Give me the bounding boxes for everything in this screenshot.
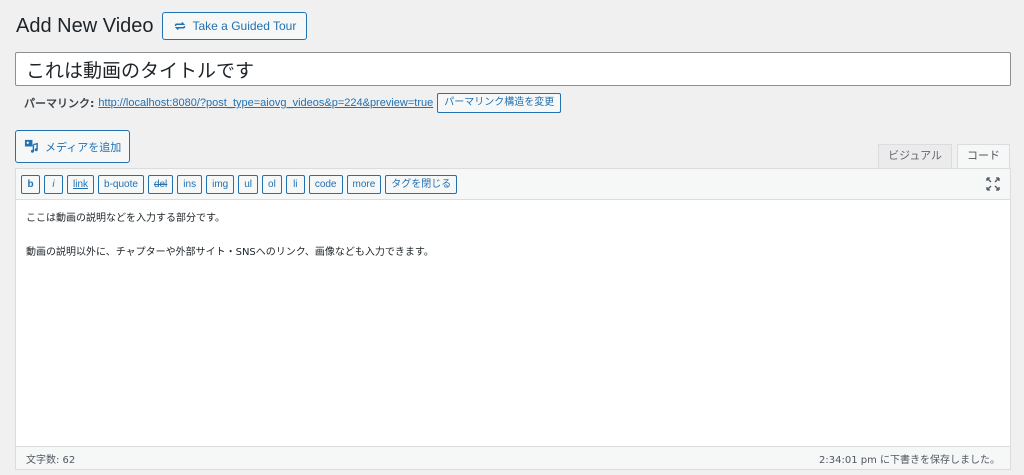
qt-link-button[interactable]: link	[67, 174, 95, 194]
guided-tour-label: Take a Guided Tour	[192, 19, 297, 33]
add-media-button[interactable]: メディアを追加	[15, 130, 131, 163]
qt-li-button[interactable]: li	[285, 174, 305, 194]
editor-tabs: ビジュアル コード	[873, 144, 1010, 169]
draft-saved-status: 2:34:01 pm に下書きを保存しました。	[819, 454, 1000, 466]
qt-italic-button[interactable]: i	[44, 174, 63, 194]
qt-ul-button[interactable]: ul	[238, 174, 259, 194]
qt-bold-button[interactable]: b	[21, 174, 40, 194]
content-textarea[interactable]: ここは動画の説明などを入力する部分です。 動画の説明以外に、チャプターや外部サイ…	[16, 200, 1010, 430]
qt-del-button[interactable]: del	[147, 174, 174, 194]
post-title-input[interactable]	[15, 52, 1011, 86]
qt-code-button[interactable]: code	[308, 174, 343, 194]
guided-tour-button[interactable]: Take a Guided Tour	[161, 12, 308, 40]
code-editor: b i link b-quote del ins img ul ol li co…	[15, 168, 1011, 470]
qt-blockquote-button[interactable]: b-quote	[98, 174, 144, 194]
content-line-2: 動画の説明以外に、チャプターや外部サイト・SNSへのリンク、画像なども入力できま…	[26, 247, 434, 258]
repeat-icon	[174, 22, 185, 30]
change-permalink-button[interactable]: パーマリンク構造を変更	[437, 93, 562, 113]
qt-more-button[interactable]: more	[346, 174, 382, 194]
quicktags-toolbar: b i link b-quote del ins img ul ol li co…	[16, 169, 1010, 200]
qt-ol-button[interactable]: ol	[262, 174, 282, 194]
permalink-url[interactable]: http://localhost:8080/?post_type=aiovg_v…	[98, 97, 433, 109]
fullscreen-icon[interactable]	[986, 177, 1000, 191]
editor-statusbar: 文字数: 62 2:34:01 pm に下書きを保存しました。	[16, 446, 1010, 469]
media-icon	[24, 139, 38, 153]
tab-code[interactable]: コード	[957, 144, 1010, 169]
page-title: Add New Video	[16, 15, 154, 37]
permalink-row: パーマリンク: http://localhost:8080/?post_type…	[24, 93, 562, 113]
add-media-label: メディアを追加	[45, 140, 122, 154]
qt-img-button[interactable]: img	[206, 174, 235, 194]
tab-visual[interactable]: ビジュアル	[878, 144, 952, 168]
permalink-label: パーマリンク:	[24, 97, 95, 110]
content-line-1: ここは動画の説明などを入力する部分です。	[26, 213, 225, 224]
qt-ins-button[interactable]: ins	[177, 174, 203, 194]
qt-close-tags-button[interactable]: タグを閉じる	[385, 174, 458, 194]
word-count: 文字数: 62	[26, 454, 76, 466]
page-header: Add New Video Take a Guided Tour	[16, 12, 308, 40]
